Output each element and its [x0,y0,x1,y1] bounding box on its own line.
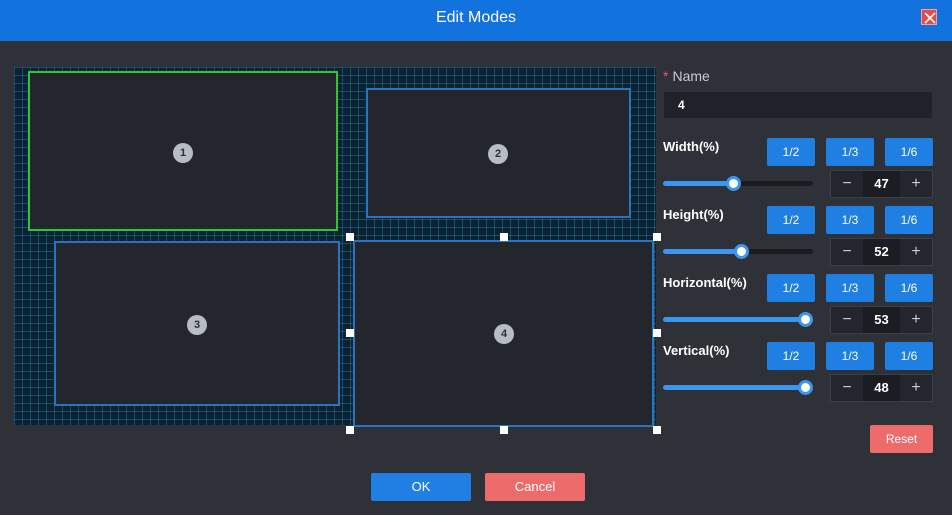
window-number-badge: 2 [488,144,508,164]
horizontal-sixth-button[interactable]: 1/6 [885,274,933,302]
reset-button[interactable]: Reset [870,425,933,453]
width-third-button[interactable]: 1/3 [826,138,874,166]
width-stepper: − 47 + [830,170,933,198]
height-slider[interactable] [663,244,813,259]
window-number-badge: 1 [173,143,193,163]
vertical-slider-fill [663,385,806,390]
width-half-button[interactable]: 1/2 [767,138,815,166]
close-icon [924,12,936,24]
vertical-stepper: − 48 + [830,374,933,402]
ok-button[interactable]: OK [371,473,471,501]
resize-handle-bottom[interactable] [500,426,508,434]
name-input[interactable] [664,92,932,118]
height-third-button[interactable]: 1/3 [826,206,874,234]
horizontal-slider-fill [663,317,806,322]
name-label-text: Name [672,68,710,84]
layout-window-1[interactable]: 1 [28,71,338,231]
horizontal-slider-thumb[interactable] [798,312,813,327]
vertical-sixth-button[interactable]: 1/6 [885,342,933,370]
horizontal-value[interactable]: 53 [863,307,900,333]
window-number-badge: 4 [494,324,514,344]
resize-handle-top[interactable] [500,233,508,241]
horizontal-label: Horizontal(%) [663,275,747,290]
width-slider-fill [663,181,734,186]
width-sixth-button[interactable]: 1/6 [885,138,933,166]
dialog-title: Edit Modes [435,9,517,26]
height-increment-button[interactable]: + [900,239,932,265]
vertical-value[interactable]: 48 [863,375,900,401]
vertical-third-button[interactable]: 1/3 [826,342,874,370]
resize-handle-top-right[interactable] [653,233,661,241]
height-slider-fill [663,249,741,254]
resize-handle-left[interactable] [346,329,354,337]
vertical-increment-button[interactable]: + [900,375,932,401]
vertical-decrement-button[interactable]: − [831,375,863,401]
resize-handle-right[interactable] [653,329,661,337]
height-half-button[interactable]: 1/2 [767,206,815,234]
dialog-titlebar: Edit Modes [0,0,952,41]
layout-window-3[interactable]: 3 [54,241,340,406]
horizontal-stepper: − 53 + [830,306,933,334]
resize-handle-bottom-left[interactable] [346,426,354,434]
vertical-half-button[interactable]: 1/2 [767,342,815,370]
horizontal-half-button[interactable]: 1/2 [767,274,815,302]
cancel-button[interactable]: Cancel [485,473,585,501]
vertical-slider[interactable] [663,380,813,395]
width-value[interactable]: 47 [863,171,900,197]
height-decrement-button[interactable]: − [831,239,863,265]
layout-window-4[interactable]: 4 [353,240,654,427]
width-decrement-button[interactable]: − [831,171,863,197]
layout-window-2[interactable]: 2 [366,88,631,218]
horizontal-increment-button[interactable]: + [900,307,932,333]
horizontal-third-button[interactable]: 1/3 [826,274,874,302]
close-button[interactable] [921,9,937,25]
height-value[interactable]: 52 [863,239,900,265]
horizontal-decrement-button[interactable]: − [831,307,863,333]
width-slider[interactable] [663,176,813,191]
vertical-label: Vertical(%) [663,343,730,358]
name-label: * Name [663,68,710,84]
vertical-slider-thumb[interactable] [798,380,813,395]
height-label: Height(%) [663,207,724,222]
width-increment-button[interactable]: + [900,171,932,197]
width-label: Width(%) [663,139,720,154]
resize-handle-bottom-right[interactable] [653,426,661,434]
height-sixth-button[interactable]: 1/6 [885,206,933,234]
width-slider-thumb[interactable] [726,176,741,191]
horizontal-slider[interactable] [663,312,813,327]
required-mark: * [663,68,669,84]
height-stepper: − 52 + [830,238,933,266]
height-slider-thumb[interactable] [733,244,749,259]
window-number-badge: 3 [187,315,207,335]
resize-handle-top-left[interactable] [346,233,354,241]
